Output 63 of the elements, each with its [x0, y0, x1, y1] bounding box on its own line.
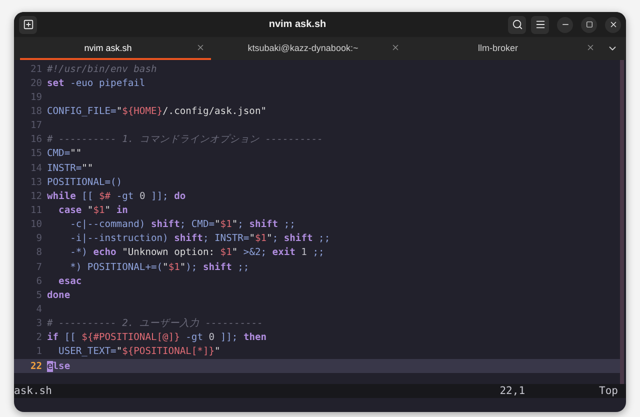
scrollbar[interactable]: [620, 60, 624, 384]
code-line: -*) echo "Unknown option: $1" >&2; exit 1 ;;: [69, 247, 324, 258]
tab[interactable]: ktsubaki@kazz-dynabook:~: [215, 37, 406, 60]
maximize-button[interactable]: [581, 16, 597, 32]
line-number: 16: [29, 134, 43, 146]
close-icon: [608, 20, 618, 29]
line-number: 12: [29, 190, 43, 202]
close-icon[interactable]: [391, 43, 400, 52]
search-button[interactable]: [508, 16, 526, 34]
code-line: if [[ ${#POSITIONAL[@]} -gt 0 ]]; then: [47, 332, 267, 344]
code-line: CONFIG_FILE="${HOME}/.config/ask.json": [47, 106, 266, 117]
code-line: CMD="": [47, 148, 82, 160]
code-line: *) POSITIONAL+=("$1"); shift ;;: [69, 262, 250, 273]
code-line: else: [47, 360, 70, 372]
code-line: # ---------- 2. ユーザー入力 ----------: [47, 317, 263, 330]
line-number: 2: [35, 332, 43, 344]
minimize-button[interactable]: [557, 16, 573, 32]
line-number: 19: [29, 92, 43, 103]
tab[interactable]: llm-broker: [410, 37, 601, 60]
file-name: ask.sh: [14, 385, 52, 397]
line-number: 20: [29, 78, 43, 89]
line-number: 13: [29, 176, 43, 188]
maximize-icon: [586, 21, 592, 28]
menu-icon: [534, 19, 546, 30]
line-number: 8: [35, 247, 43, 258]
window-title: nvim ask.sh: [268, 19, 328, 30]
code-line: USER_TEXT="${POSITIONAL[*]}": [58, 346, 220, 358]
line-number: 1: [35, 346, 43, 358]
line-number: 5: [35, 290, 43, 301]
close-icon[interactable]: [586, 43, 595, 52]
code-line: -i|--instruction) shift; INSTR="$1"; shift ;;: [69, 233, 330, 244]
plus-square-icon: [22, 19, 34, 30]
code-line: -c|--command) shift; CMD="$1"; shift ;;: [69, 219, 296, 230]
line-number: 9: [35, 233, 43, 244]
line-number: 15: [29, 148, 43, 160]
scroll-position: Top: [599, 385, 618, 397]
line-number: 10: [29, 219, 43, 230]
line-number: 17: [29, 120, 43, 132]
menu-button[interactable]: [531, 16, 549, 34]
line-number: 11: [29, 204, 43, 216]
new-tab-button[interactable]: [19, 16, 37, 34]
code-line: case "$1" in: [58, 204, 128, 216]
cursor-position: 22,1: [500, 385, 526, 397]
code-line: POSITIONAL=(): [47, 176, 122, 188]
line-number: 3: [35, 318, 43, 330]
line-number: 18: [29, 106, 43, 117]
close-icon[interactable]: [196, 43, 205, 52]
search-icon: [512, 19, 522, 30]
line-number: 14: [29, 162, 43, 174]
line-number: 4: [35, 304, 43, 315]
code-line: set -euo pipefail: [47, 78, 146, 89]
code-line: done: [47, 290, 70, 301]
code-line: esac: [58, 276, 82, 287]
code-line: while [[ $# -gt 0 ]]; do: [47, 190, 186, 202]
code-line: INSTR="": [47, 162, 94, 174]
tab[interactable]: nvim ask.sh: [20, 37, 211, 60]
close-button[interactable]: [605, 16, 621, 32]
code-line: #!/usr/bin/env bash: [47, 64, 157, 75]
line-number: 21: [29, 64, 43, 75]
line-number: 22: [29, 360, 43, 372]
code-line: # ---------- 1. コマンドラインオプション ----------: [47, 133, 323, 146]
line-number: 6: [35, 276, 43, 287]
line-number: 7: [35, 262, 43, 273]
